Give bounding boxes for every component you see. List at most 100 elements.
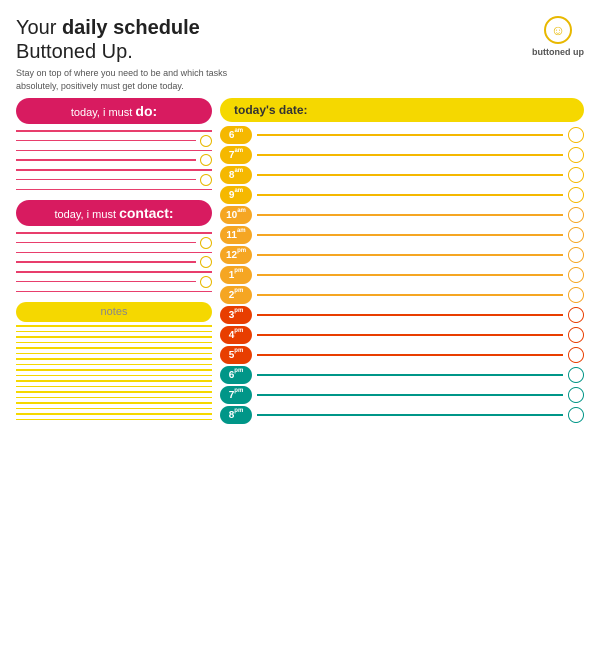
- contact-line: [16, 242, 196, 244]
- time-suffix: pm: [234, 288, 243, 294]
- time-suffix: am: [234, 128, 243, 134]
- notes-line: [16, 413, 212, 415]
- row-checkbox[interactable]: [568, 207, 584, 223]
- row-checkbox[interactable]: [568, 327, 584, 343]
- notes-line: [16, 408, 212, 410]
- time-bubble: 7am: [220, 146, 252, 164]
- time-bubble: 8am: [220, 166, 252, 184]
- schedule-rows: 6am7am8am9am10am11am12pm1pm2pm3pm4pm5pm6…: [220, 126, 584, 648]
- logo-text: buttoned up: [532, 47, 584, 57]
- row-line: [257, 394, 563, 396]
- date-bar[interactable]: today's date:: [220, 98, 584, 122]
- time-bubble: 6pm: [220, 366, 252, 384]
- time-suffix: pm: [234, 308, 243, 314]
- do-line: [16, 189, 212, 191]
- row-line: [257, 314, 563, 316]
- time-suffix: am: [234, 168, 243, 174]
- notes-line: [16, 386, 212, 388]
- row-checkbox[interactable]: [568, 307, 584, 323]
- do-checkbox[interactable]: [200, 135, 212, 147]
- notes-line: [16, 358, 212, 360]
- notes-section: notes: [16, 302, 212, 648]
- time-suffix: pm: [234, 408, 243, 414]
- do-checkbox[interactable]: [200, 154, 212, 166]
- notes-line: [16, 369, 212, 371]
- main-title: Your daily schedule Buttoned Up.: [16, 16, 246, 64]
- notes-line: [16, 342, 212, 344]
- row-checkbox[interactable]: [568, 347, 584, 363]
- time-suffix: am: [237, 228, 246, 234]
- contact-line-row: [16, 252, 212, 254]
- notes-line: [16, 336, 212, 338]
- do-header: today, i must do:: [16, 98, 212, 124]
- row-checkbox[interactable]: [568, 247, 584, 263]
- notes-line: [16, 331, 212, 333]
- time-bubble: 7pm: [220, 386, 252, 404]
- time-suffix: pm: [234, 348, 243, 354]
- row-checkbox[interactable]: [568, 147, 584, 163]
- time-bubble: 5pm: [220, 346, 252, 364]
- logo-icon: ☺: [544, 16, 572, 44]
- row-checkbox[interactable]: [568, 187, 584, 203]
- do-line: [16, 179, 196, 181]
- contact-line: [16, 261, 196, 263]
- time-suffix: am: [234, 188, 243, 194]
- row-line: [257, 374, 563, 376]
- schedule-row: 11am: [220, 226, 584, 246]
- do-line-row: [16, 130, 212, 132]
- contact-lines: [16, 232, 212, 292]
- row-checkbox[interactable]: [568, 367, 584, 383]
- row-checkbox[interactable]: [568, 267, 584, 283]
- notes-line: [16, 347, 212, 349]
- do-line-row: [16, 150, 212, 152]
- do-line: [16, 150, 212, 152]
- schedule-row: 8pm: [220, 406, 584, 426]
- notes-line: [16, 375, 212, 377]
- row-checkbox[interactable]: [568, 167, 584, 183]
- notes-line: [16, 402, 212, 404]
- row-checkbox[interactable]: [568, 407, 584, 423]
- notes-line: [16, 380, 212, 382]
- schedule-row: 3pm: [220, 306, 584, 326]
- time-bubble: 6am: [220, 126, 252, 144]
- row-checkbox[interactable]: [568, 127, 584, 143]
- row-line: [257, 174, 563, 176]
- contact-checkbox[interactable]: [200, 256, 212, 268]
- contact-line: [16, 271, 212, 273]
- contact-header: today, i must contact:: [16, 200, 212, 226]
- notes-line: [16, 391, 212, 393]
- schedule-row: 1pm: [220, 266, 584, 286]
- left-panel: today, i must do: today, i must contact:: [16, 98, 212, 648]
- time-suffix: am: [237, 208, 246, 214]
- notes-line: [16, 353, 212, 355]
- notes-lines: [16, 325, 212, 648]
- notes-line: [16, 364, 212, 366]
- do-line-row: [16, 174, 212, 186]
- row-line: [257, 134, 563, 136]
- do-line-row: [16, 189, 212, 191]
- do-checkbox[interactable]: [200, 174, 212, 186]
- contact-line: [16, 252, 212, 254]
- contact-line-row: [16, 271, 212, 273]
- row-checkbox[interactable]: [568, 287, 584, 303]
- notes-line: [16, 397, 212, 399]
- row-line: [257, 194, 563, 196]
- schedule-row: 4pm: [220, 326, 584, 346]
- right-panel: today's date: 6am7am8am9am10am11am12pm1p…: [220, 98, 584, 648]
- contact-checkbox[interactable]: [200, 276, 212, 288]
- schedule-row: 8am: [220, 166, 584, 186]
- row-line: [257, 254, 563, 256]
- contact-checkbox[interactable]: [200, 237, 212, 249]
- time-suffix: pm: [234, 368, 243, 374]
- row-line: [257, 354, 563, 356]
- page: Your daily schedule Buttoned Up. Stay on…: [0, 0, 600, 648]
- schedule-row: 10am: [220, 206, 584, 226]
- row-line: [257, 274, 563, 276]
- time-bubble: 8pm: [220, 406, 252, 424]
- time-suffix: pm: [234, 328, 243, 334]
- time-bubble: 12pm: [220, 246, 252, 264]
- contact-line: [16, 291, 212, 293]
- row-checkbox[interactable]: [568, 387, 584, 403]
- row-checkbox[interactable]: [568, 227, 584, 243]
- do-line-row: [16, 154, 212, 166]
